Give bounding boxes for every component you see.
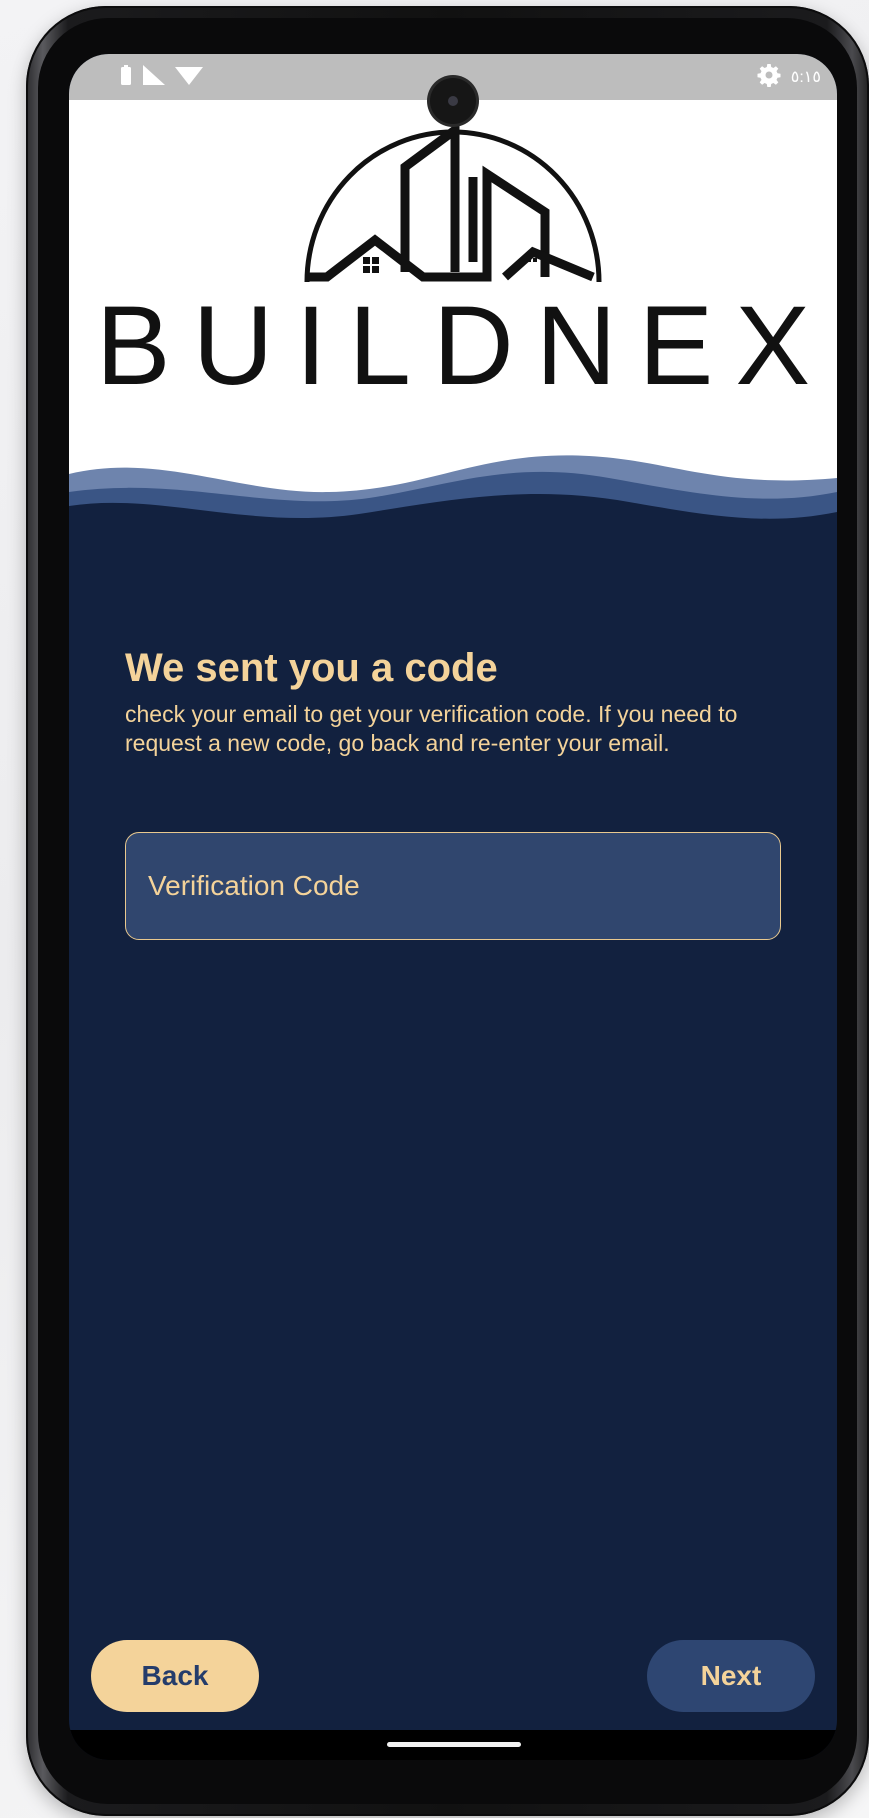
- app-screen: ٥:١٥ BUILDNEX We sent you a code check y…: [69, 54, 837, 1760]
- status-icons-right: ٥:١٥: [757, 63, 821, 92]
- status-time: ٥:١٥: [790, 69, 821, 86]
- status-icons-left: [119, 64, 203, 90]
- verification-section: We sent you a code check your email to g…: [125, 644, 785, 759]
- front-camera: [430, 78, 476, 124]
- verification-code-input[interactable]: [125, 832, 781, 940]
- back-button[interactable]: Back: [91, 1640, 259, 1712]
- settings-gear-icon: [757, 63, 781, 92]
- signal-icon: [143, 64, 165, 90]
- buildnex-house-logo: [304, 121, 602, 282]
- decorative-wave: [69, 455, 837, 554]
- page-title: We sent you a code: [125, 646, 498, 690]
- wifi-icon: [175, 65, 203, 90]
- brand-name: BUILDNEX: [95, 283, 833, 408]
- navigation-bar: [69, 1730, 837, 1760]
- battery-icon: [119, 64, 133, 90]
- home-gesture-handle[interactable]: [387, 1742, 521, 1747]
- next-button[interactable]: Next: [647, 1640, 815, 1712]
- instruction-text: check your email to get your verificatio…: [125, 701, 738, 757]
